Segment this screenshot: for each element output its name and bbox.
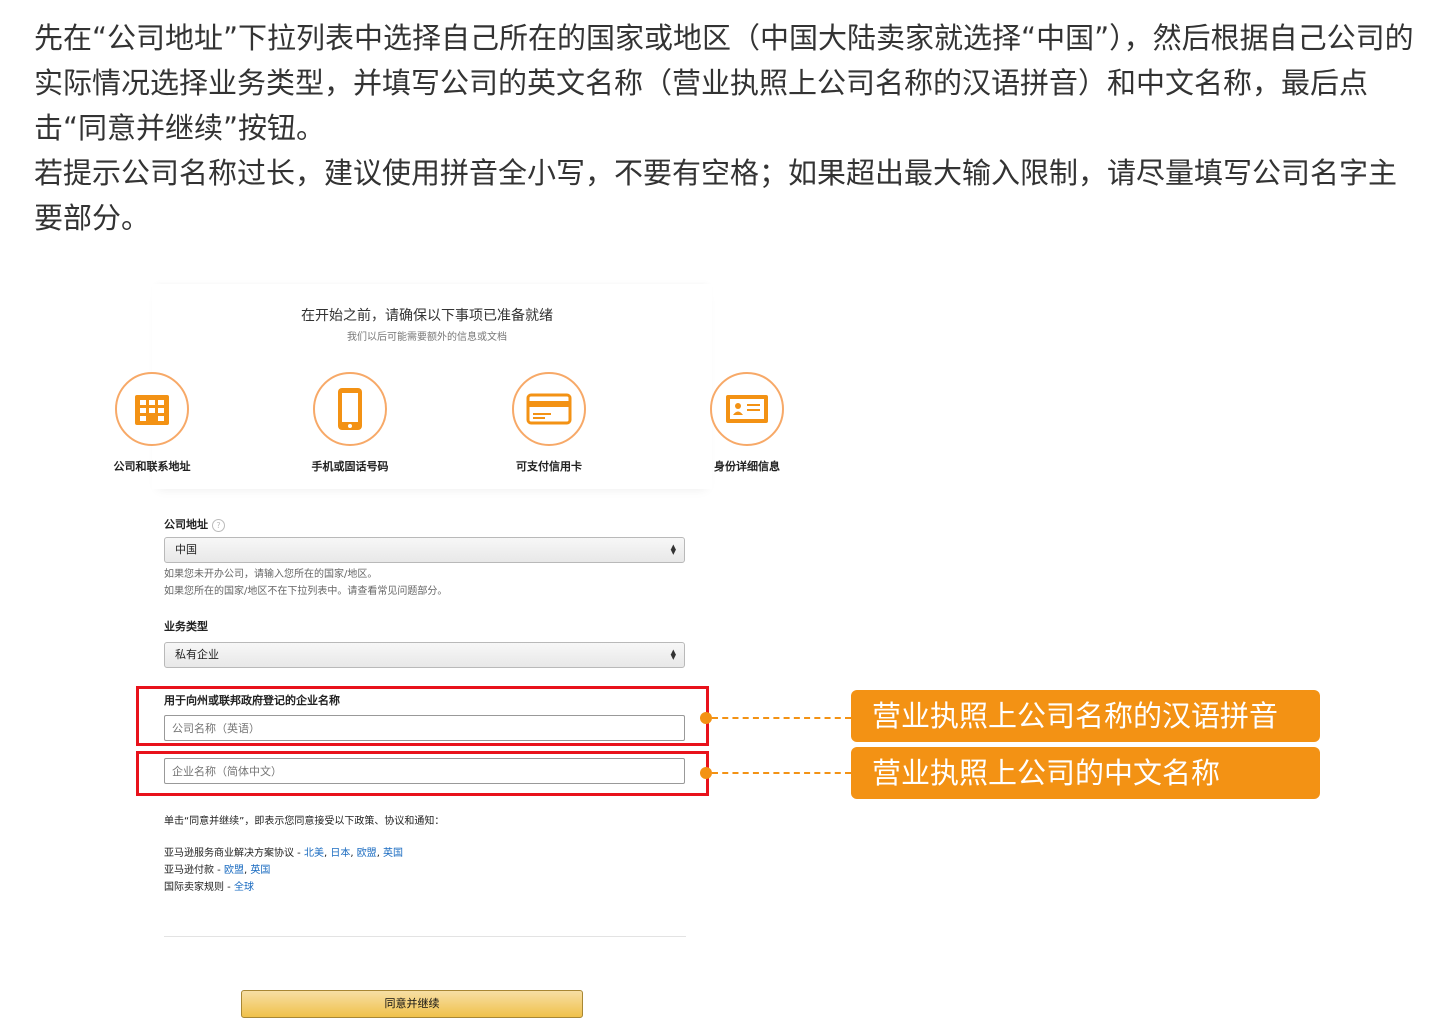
policy-link[interactable]: 全球 (234, 882, 254, 893)
building-icon (115, 372, 189, 446)
id-card-icon (710, 372, 784, 446)
callout-connector-chinese (712, 772, 851, 774)
prep-item-label: 手机或固话号码 (311, 460, 389, 473)
address-hint-2: 如果您所在的国家/地区不在下拉列表中。请查看常见问题部分。 (164, 586, 448, 597)
company-name-label: 用于向州或联邦政府登记的企业名称 (164, 694, 340, 707)
select-arrows-icon: ▲ ▼ (670, 542, 676, 556)
prep-item-label: 身份详细信息 (714, 460, 780, 473)
policy-prefix: 亚马逊付款 - (164, 865, 224, 876)
address-select-value: 中国 (175, 543, 197, 556)
help-icon[interactable]: ? (212, 518, 225, 532)
prep-item-label: 公司和联系地址 (113, 460, 191, 473)
address-hints: 如果您未开办公司，请输入您所在的国家/地区。 如果您所在的国家/地区不在下拉列表… (164, 566, 447, 600)
prep-item-id-card: 身份详细信息 (692, 372, 802, 474)
company-name-chinese-input[interactable] (164, 758, 685, 784)
prep-item-credit-card: 可支付信用卡 (494, 372, 604, 474)
policy-link[interactable]: 英国 (383, 848, 403, 859)
instructions-paragraph-2: 若提示公司名称过长，建议使用拼音全小写，不要有空格；如果超出最大输入限制，请尽量… (34, 156, 1398, 235)
callout-chinese: 营业执照上公司的中文名称 (851, 747, 1320, 799)
policy-row: 亚马逊付款 - 欧盟, 英国 (164, 865, 271, 876)
business-type-value: 私有企业 (175, 648, 219, 661)
address-hint-1: 如果您未开办公司，请输入您所在的国家/地区。 (164, 569, 378, 580)
phone-icon (313, 372, 387, 446)
credit-card-icon (512, 372, 586, 446)
prep-item-phone: 手机或固话号码 (295, 372, 405, 474)
business-type-label: 业务类型 (164, 620, 208, 633)
address-label: 公司地址? (164, 516, 225, 532)
callout-pinyin: 营业执照上公司名称的汉语拼音 (851, 690, 1320, 742)
registration-screenshot: 在开始之前，请确保以下事项已准备就绪 我们以后可能需要额外的信息或文档 公司和联… (100, 280, 800, 1030)
policy-prefix: 亚马逊服务商业解决方案协议 - (164, 848, 304, 859)
instructions-paragraph-1: 先在“公司地址”下拉列表中选择自己所在的国家或地区（中国大陆卖家就选择“中国”）… (34, 21, 1414, 145)
address-label-text: 公司地址 (164, 518, 208, 531)
address-select[interactable]: 中国 ▲ ▼ (164, 537, 685, 563)
business-type-select[interactable]: 私有企业 ▲ ▼ (164, 642, 685, 668)
prep-item-label: 可支付信用卡 (516, 460, 582, 473)
policy-link[interactable]: 英国 (250, 865, 270, 876)
policy-link[interactable]: 欧盟 (224, 865, 244, 876)
policy-row: 国际卖家规则 - 全球 (164, 879, 403, 896)
agree-continue-button[interactable]: 同意并继续 (241, 990, 583, 1018)
policy-link[interactable]: 北美 (304, 848, 324, 859)
prep-item-address: 公司和联系地址 (97, 372, 207, 474)
prep-subtitle: 我们以后可能需要额外的信息或文档 (347, 332, 507, 343)
callout-connector-pinyin (712, 717, 851, 719)
callout-dot-pinyin (700, 712, 712, 724)
agree-text: 单击“同意并继续”，即表示您同意接受以下政策、协议和通知： (164, 816, 445, 827)
policy-link[interactable]: 日本 (330, 848, 350, 859)
company-name-english-input[interactable] (164, 715, 685, 741)
callout-dot-chinese (700, 767, 712, 779)
policy-prefix: 国际卖家规则 - (164, 882, 234, 893)
select-arrows-icon: ▲ ▼ (670, 647, 676, 661)
policy-row: 亚马逊服务商业解决方案协议 - 北美, 日本, 欧盟, 英国 (164, 848, 404, 859)
policy-link[interactable]: 欧盟 (357, 848, 377, 859)
prep-title: 在开始之前，请确保以下事项已准备就绪 (301, 308, 553, 324)
policy-links: 亚马逊服务商业解决方案协议 - 北美, 日本, 欧盟, 英国 亚马逊付款 - 欧… (164, 845, 403, 896)
instructions: 先在“公司地址”下拉列表中选择自己所在的国家或地区（中国大陆卖家就选择“中国”）… (34, 16, 1414, 241)
divider (164, 936, 686, 937)
